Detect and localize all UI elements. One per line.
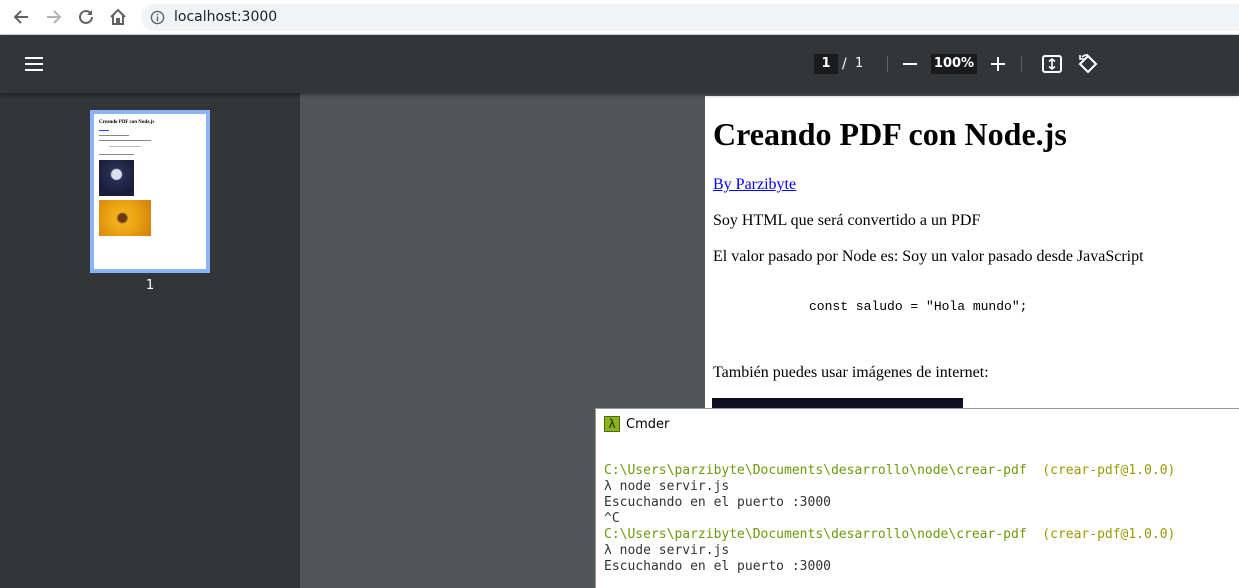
home-icon bbox=[110, 8, 126, 25]
zoom-level-input[interactable]: 100% bbox=[931, 54, 977, 74]
cmder-title: Cmder bbox=[626, 417, 670, 432]
page-number-input[interactable]: 1 bbox=[814, 54, 838, 74]
hamburger-menu-icon[interactable] bbox=[22, 52, 46, 76]
thumbnail-line bbox=[99, 140, 151, 141]
page-total: 1 bbox=[855, 56, 864, 71]
back-button[interactable] bbox=[9, 5, 33, 29]
pdf-heading: Creando PDF con Node.js bbox=[713, 116, 1067, 152]
thumbnail-title: Creando PDF con Node.js bbox=[99, 120, 155, 125]
rotate-icon[interactable] bbox=[1076, 52, 1100, 76]
terminal-path: C:\Users\parzibyte\Documents\desarrollo\… bbox=[604, 527, 1027, 542]
terminal-line: Escuchando en el puerto :3000 bbox=[604, 559, 831, 574]
cmder-title-bar[interactable]: λ Cmder bbox=[596, 409, 1239, 439]
terminal-line: ^C bbox=[604, 511, 620, 526]
author-link[interactable]: By Parzibyte bbox=[713, 176, 796, 194]
forward-arrow-icon bbox=[47, 10, 62, 24]
toolbar-divider bbox=[1021, 56, 1022, 72]
thumbnail-line bbox=[99, 130, 109, 131]
zoom-in-icon[interactable] bbox=[986, 52, 1010, 76]
pdf-paragraph: También puedes usar imágenes de internet… bbox=[713, 364, 989, 381]
pdf-paragraph: Soy HTML que será convertido a un PDF bbox=[713, 212, 981, 229]
info-icon[interactable] bbox=[150, 10, 165, 25]
pdf-paragraph: El valor pasado por Node es: Soy un valo… bbox=[713, 248, 1144, 265]
fit-page-icon[interactable] bbox=[1040, 52, 1064, 76]
pdf-code-block: const saludo = "Hola mundo"; bbox=[809, 299, 1028, 314]
cmder-window[interactable]: λ Cmder C:\Users\parzibyte\Documents\des… bbox=[595, 408, 1239, 588]
thumbnail-image-knight bbox=[99, 160, 134, 196]
toolbar-divider bbox=[887, 56, 888, 72]
reload-button[interactable] bbox=[74, 5, 98, 29]
forward-button[interactable] bbox=[42, 5, 66, 29]
back-arrow-icon bbox=[13, 10, 28, 24]
thumbnail-line bbox=[99, 135, 129, 136]
terminal-git-info: (crear-pdf@1.0.0) bbox=[1026, 463, 1176, 478]
thumbnail-page: Creando PDF con Node.js bbox=[96, 116, 204, 267]
page-separator: / bbox=[842, 56, 847, 72]
zoom-out-icon[interactable] bbox=[898, 52, 922, 76]
browser-toolbar: localhost:3000 bbox=[0, 0, 1239, 35]
home-button[interactable] bbox=[106, 5, 130, 29]
terminal-line: λ node servir.js bbox=[604, 479, 730, 494]
thumbnail-line bbox=[99, 154, 134, 155]
terminal-git-info: (crear-pdf@1.0.0) bbox=[1026, 527, 1176, 542]
terminal-output[interactable]: C:\Users\parzibyte\Documents\desarrollo\… bbox=[604, 463, 1175, 575]
terminal-line: Escuchando en el puerto :3000 bbox=[604, 495, 831, 510]
reload-icon bbox=[79, 9, 93, 24]
url-text: localhost:3000 bbox=[174, 9, 278, 25]
address-bar[interactable]: localhost:3000 bbox=[141, 4, 1239, 31]
pdf-toolbar: 1 / 1 100% bbox=[0, 35, 1239, 93]
page-thumbnail[interactable]: Creando PDF con Node.js bbox=[90, 110, 210, 273]
terminal-line: λ node servir.js bbox=[604, 543, 730, 558]
thumbnail-line bbox=[109, 146, 141, 147]
terminal-path: C:\Users\parzibyte\Documents\desarrollo\… bbox=[604, 463, 1027, 478]
lambda-icon: λ bbox=[604, 416, 620, 432]
thumbnail-label: 1 bbox=[145, 278, 155, 293]
thumbnail-image-flower bbox=[99, 200, 151, 236]
thumbnail-sidebar: Creando PDF con Node.js 1 bbox=[0, 93, 300, 588]
